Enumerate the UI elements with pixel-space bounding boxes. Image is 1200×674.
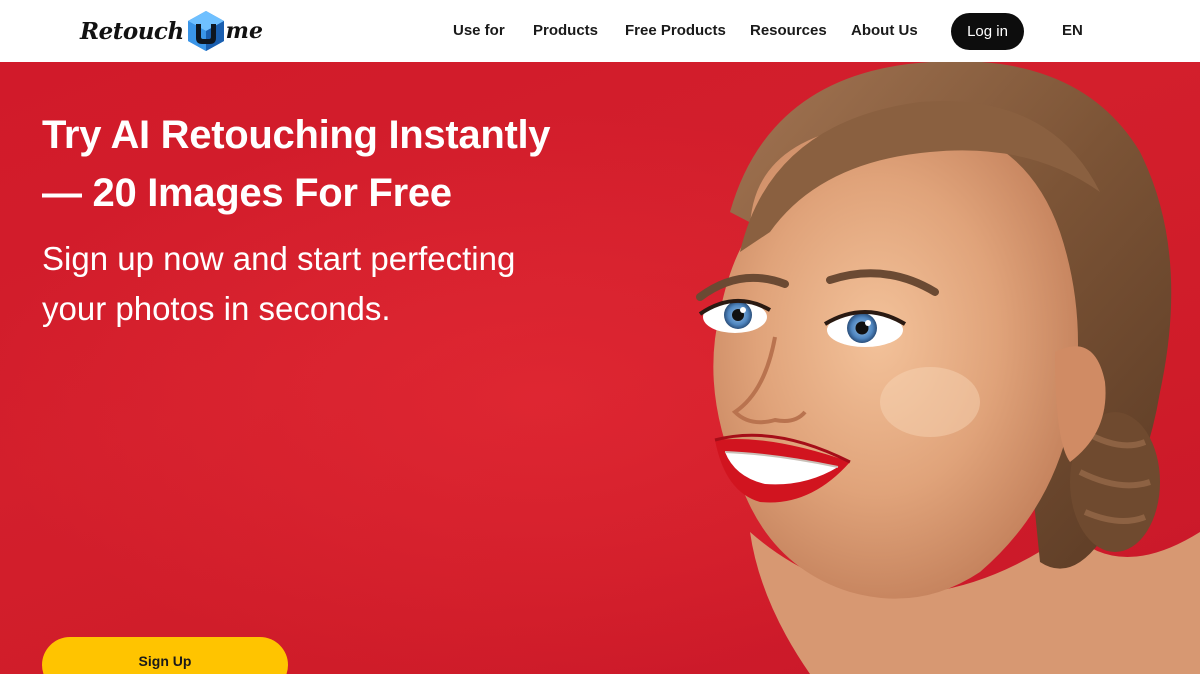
hero-section: Try AI Retouching Instantly — 20 Images … bbox=[0, 62, 1200, 674]
hero-title-line1: Try AI Retouching Instantly bbox=[42, 113, 551, 157]
nav-resources[interactable]: Resources bbox=[750, 22, 827, 39]
cube-logo-icon bbox=[187, 11, 224, 51]
nav-products[interactable]: Products bbox=[533, 22, 598, 39]
nav-use-for[interactable]: Use for bbox=[453, 22, 505, 39]
retouch4me-logo[interactable]: Retouch me bbox=[80, 10, 263, 52]
hero-subtitle: Sign up now and start perfecting your ph… bbox=[42, 234, 602, 334]
hero-title-line2: — 20 Images For Free bbox=[42, 171, 452, 215]
nav-free-products[interactable]: Free Products bbox=[625, 22, 726, 39]
hero-title: Try AI Retouching Instantly — 20 Images … bbox=[42, 106, 622, 222]
language-selector[interactable]: EN bbox=[1062, 22, 1083, 39]
logo-text-retouch: Retouch bbox=[80, 17, 184, 45]
signup-button[interactable]: Sign Up bbox=[42, 637, 288, 674]
smiling-woman-portrait bbox=[696, 62, 1200, 674]
hero-subtitle-line2: your photos in seconds. bbox=[42, 290, 391, 327]
hero-subtitle-line1: Sign up now and start perfecting bbox=[42, 240, 516, 277]
nav-about-us[interactable]: About Us bbox=[851, 22, 918, 39]
site-header: Retouch me Use for Products Free Product… bbox=[0, 0, 1200, 62]
login-button[interactable]: Log in bbox=[951, 13, 1024, 50]
logo-text-me: me bbox=[225, 18, 263, 44]
